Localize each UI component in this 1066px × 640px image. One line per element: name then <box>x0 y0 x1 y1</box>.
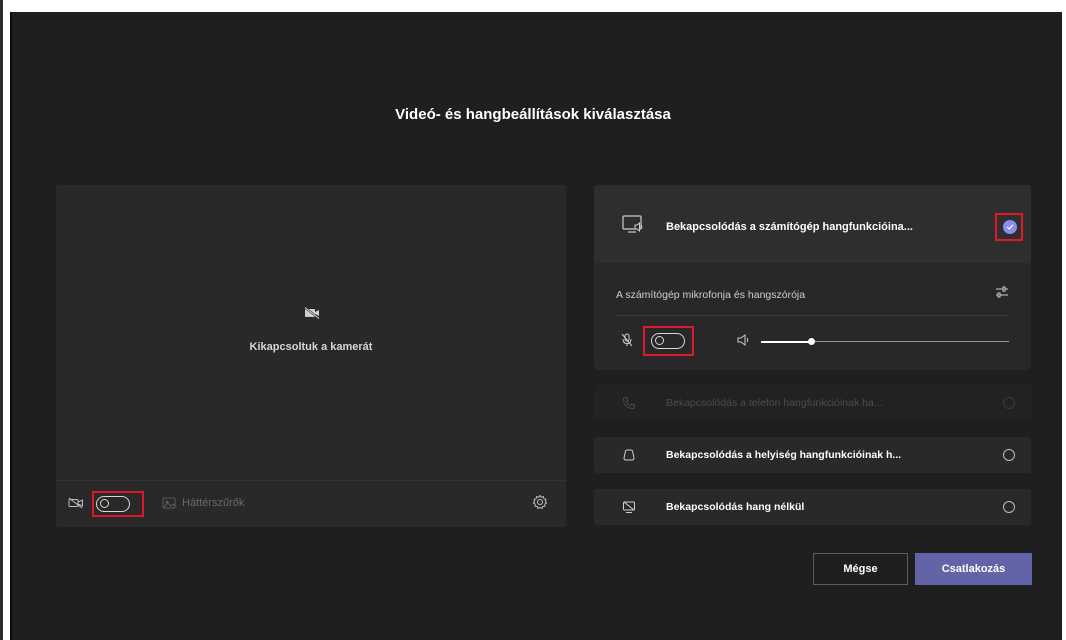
device-settings-icon[interactable] <box>995 286 1009 298</box>
preview-toolbar: Háttérszűrők <box>56 480 566 527</box>
window-edge <box>0 0 3 640</box>
cancel-button[interactable]: Mégse <box>813 553 908 585</box>
phone-icon <box>622 397 635 410</box>
mic-toggle-highlight <box>643 326 694 356</box>
speaker-volume-slider[interactable] <box>761 338 1009 345</box>
room-audio-label: Bekapcsolódás a helyiség hangfunkcióinak… <box>666 449 902 461</box>
computer-audio-label: Bekapcsolódás a számítógép hangfunkcióin… <box>666 221 913 233</box>
background-filters-icon <box>162 497 176 509</box>
room-device-icon <box>623 449 635 461</box>
no-audio-icon <box>623 501 635 513</box>
camera-off-icon <box>304 307 320 319</box>
camera-off-message: Kikapcsoltuk a kamerát <box>249 341 373 353</box>
camera-toggle-highlight <box>92 491 144 517</box>
computer-audio-option[interactable]: Bekapcsolódás a számítógép hangfunkcióin… <box>594 185 1031 370</box>
no-audio-radio[interactable] <box>1003 501 1015 513</box>
phone-audio-radio <box>1003 397 1015 409</box>
room-audio-radio[interactable] <box>1003 449 1015 461</box>
phone-audio-label: Bekapcsolódás a telefon hangfunkcióinak … <box>666 397 883 409</box>
speaker-volume-fill <box>761 340 811 343</box>
background-filters-button[interactable]: Háttérszűrők <box>182 497 244 509</box>
speaker-icon <box>737 334 749 346</box>
audio-divider <box>616 315 1009 316</box>
mic-off-icon <box>621 333 633 347</box>
computer-audio-header[interactable]: Bekapcsolódás a számítógép hangfunkcióin… <box>594 185 1031 263</box>
no-audio-label: Bekapcsolódás hang nélkül <box>666 501 805 513</box>
phone-audio-option: Bekapcsolódás a telefon hangfunkcióinak … <box>594 385 1031 421</box>
dialog-title: Videó- és hangbeállítások kiválasztása <box>395 106 671 123</box>
room-audio-option[interactable]: Bekapcsolódás a helyiség hangfunkcióinak… <box>594 437 1031 473</box>
computer-audio-icon <box>622 215 643 233</box>
join-button[interactable]: Csatlakozás <box>915 553 1032 585</box>
no-audio-option[interactable]: Bekapcsolódás hang nélkül <box>594 489 1031 525</box>
camera-preview: Kikapcsoltuk a kamerát Háttérszűrők <box>56 185 566 527</box>
gear-icon[interactable] <box>532 494 548 510</box>
speaker-volume-thumb[interactable] <box>808 338 815 345</box>
computer-audio-check-highlight <box>995 213 1023 241</box>
camera-off-small-icon <box>68 497 83 509</box>
mic-speaker-label: A számítógép mikrofonja és hangszórója <box>616 289 806 301</box>
